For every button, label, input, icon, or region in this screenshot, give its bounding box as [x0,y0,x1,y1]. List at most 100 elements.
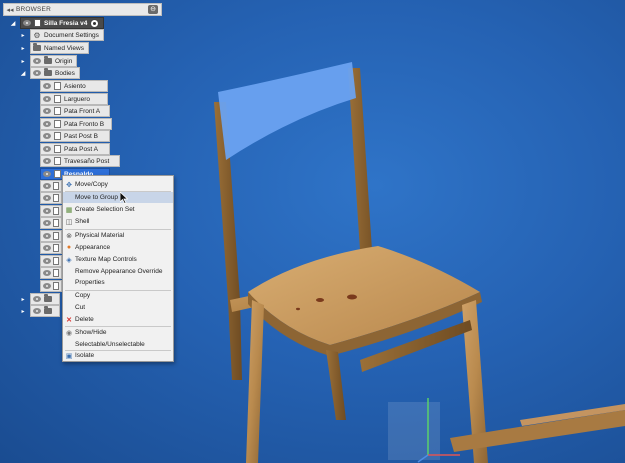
menu-item-delete[interactable]: ✕ Delete [63,314,173,325]
body-icon [52,194,59,202]
expand-caret-icon[interactable]: ◢ [10,19,16,27]
menu-item-create-selection-set[interactable]: ▦ Create Selection Set [63,204,173,215]
body-icon [52,207,59,215]
body-item-past-post-b[interactable]: Past Post B [40,130,110,142]
menu-item-label: Delete [75,316,94,323]
menu-item-copy[interactable]: Copy [63,290,173,301]
expand-caret-icon[interactable]: ▸ [20,44,26,52]
shell-icon: ◫ [65,218,73,226]
pin-panel-icon[interactable]: ⊖ [148,5,158,14]
collapse-caret-icon[interactable]: ◢ [20,69,26,77]
body-item[interactable] [40,255,62,267]
body-item[interactable] [40,230,62,242]
visibility-eye-icon[interactable] [43,195,51,201]
menu-item-move-to-group[interactable]: Move to Group [63,192,173,203]
visibility-eye-icon[interactable] [43,96,51,102]
body-item[interactable] [40,280,62,292]
body-item-pata-front-a[interactable]: Pata Front A [40,105,110,117]
visibility-eye-icon[interactable] [23,20,31,26]
expand-caret-icon[interactable]: ▸ [20,57,26,65]
visibility-eye-icon[interactable] [43,108,51,114]
menu-item-show-hide[interactable]: ◉ Show/Hide [63,327,173,338]
body-icon [52,269,59,277]
menu-item-selectable-unselectable[interactable]: Selectable/Unselectable [63,339,173,350]
move-icon: ✥ [66,181,72,189]
visibility-eye-icon[interactable] [43,183,51,189]
body-item-larguero[interactable]: Larguero [40,93,108,105]
body-icon [54,145,61,153]
visibility-eye-icon[interactable] [43,283,51,289]
tree-item-named-views[interactable]: ▸ Named Views [20,42,89,54]
tree-root[interactable]: ◢ Silla Fresia v4 [10,17,105,29]
menu-item-isolate[interactable]: ▣ Isolate [63,350,173,361]
visibility-eye-icon[interactable] [43,233,51,239]
body-icon [54,107,61,115]
tree-item-collapsed[interactable]: ▸ [20,305,60,317]
body-icon [54,95,61,103]
expand-caret-icon[interactable]: ▸ [20,295,26,303]
visibility-eye-icon[interactable] [43,258,51,264]
collapse-panel-icon[interactable]: ◂◂ [4,6,16,14]
visibility-eye-icon[interactable] [43,83,51,89]
folder-icon [44,68,52,76]
visibility-eye-icon[interactable] [43,146,51,152]
body-icon [52,219,59,227]
body-item-asiento[interactable]: Asiento [40,80,108,92]
visibility-eye-icon[interactable] [43,208,51,214]
material-icon: ⊗ [66,232,72,240]
visibility-eye-icon[interactable] [43,270,51,276]
menu-item-label: Copy [75,292,91,299]
document-icon [34,19,41,27]
menu-item-cut[interactable]: Cut [63,302,173,313]
eye-icon: ◉ [65,329,73,337]
menu-item-label: Texture Map Controls [75,256,137,263]
visibility-eye-icon[interactable] [43,121,51,127]
body-item-pata-fronto-b[interactable]: Pata Fronto B [40,118,112,130]
menu-item-move-copy[interactable]: ✥ Move/Copy [63,179,173,190]
body-icon [52,182,59,190]
visibility-eye-icon[interactable] [43,220,51,226]
body-item-travesano-post[interactable]: Travesaño Post [40,155,120,167]
activate-target-icon[interactable] [90,18,100,28]
visibility-eye-icon[interactable] [43,245,51,251]
body-icon [52,244,59,252]
menu-item-remove-appearance-override[interactable]: Remove Appearance Override [63,266,173,277]
visibility-eye-icon[interactable] [43,133,51,139]
menu-item-appearance[interactable]: ● Appearance [63,242,173,253]
visibility-eye-icon[interactable] [33,296,41,302]
tree-item-label: Asiento [64,82,86,90]
body-item[interactable] [40,192,62,204]
visibility-eye-icon[interactable] [33,70,41,76]
visibility-eye-icon[interactable] [43,158,51,164]
body-item[interactable] [40,242,62,254]
tree-item-origin[interactable]: ▸ Origin [20,55,78,67]
menu-item-label: Shell [75,218,90,225]
visibility-eye-icon[interactable] [43,171,51,177]
menu-item-properties[interactable]: Properties [63,277,173,288]
folder-icon [44,56,52,64]
tree-item-collapsed[interactable]: ▸ [20,293,60,305]
body-item-pata-post-a[interactable]: Pata Post A [40,143,110,155]
menu-item-shell[interactable]: ◫ Shell [63,216,173,227]
view-cube [388,402,440,460]
tree-item-document-settings[interactable]: ▸ ⚙ Document Settings [20,29,104,41]
visibility-eye-icon[interactable] [33,308,41,314]
body-icon [54,132,61,140]
body-item[interactable] [40,217,62,229]
tree-item-label: Larguero [64,95,91,103]
body-icon [54,82,61,90]
expand-caret-icon[interactable]: ▸ [20,307,26,315]
visibility-eye-icon[interactable] [33,58,41,64]
body-item[interactable] [40,267,62,279]
menu-item-texture-map-controls[interactable]: ◈ Texture Map Controls [63,254,173,265]
body-item[interactable] [40,205,62,217]
tree-item-label: Silla Fresia v4 [44,19,88,27]
tree-item-label: Pata Fronto B [64,120,105,128]
folder-icon [33,43,41,51]
browser-title: BROWSER [16,6,51,13]
expand-caret-icon[interactable]: ▸ [20,31,26,39]
tree-item-bodies[interactable]: ◢ Bodies [20,67,80,79]
browser-panel-header: ◂◂ BROWSER ⊖ [3,3,162,16]
menu-item-physical-material[interactable]: ⊗ Physical Material [63,230,173,241]
body-item[interactable] [40,180,62,192]
